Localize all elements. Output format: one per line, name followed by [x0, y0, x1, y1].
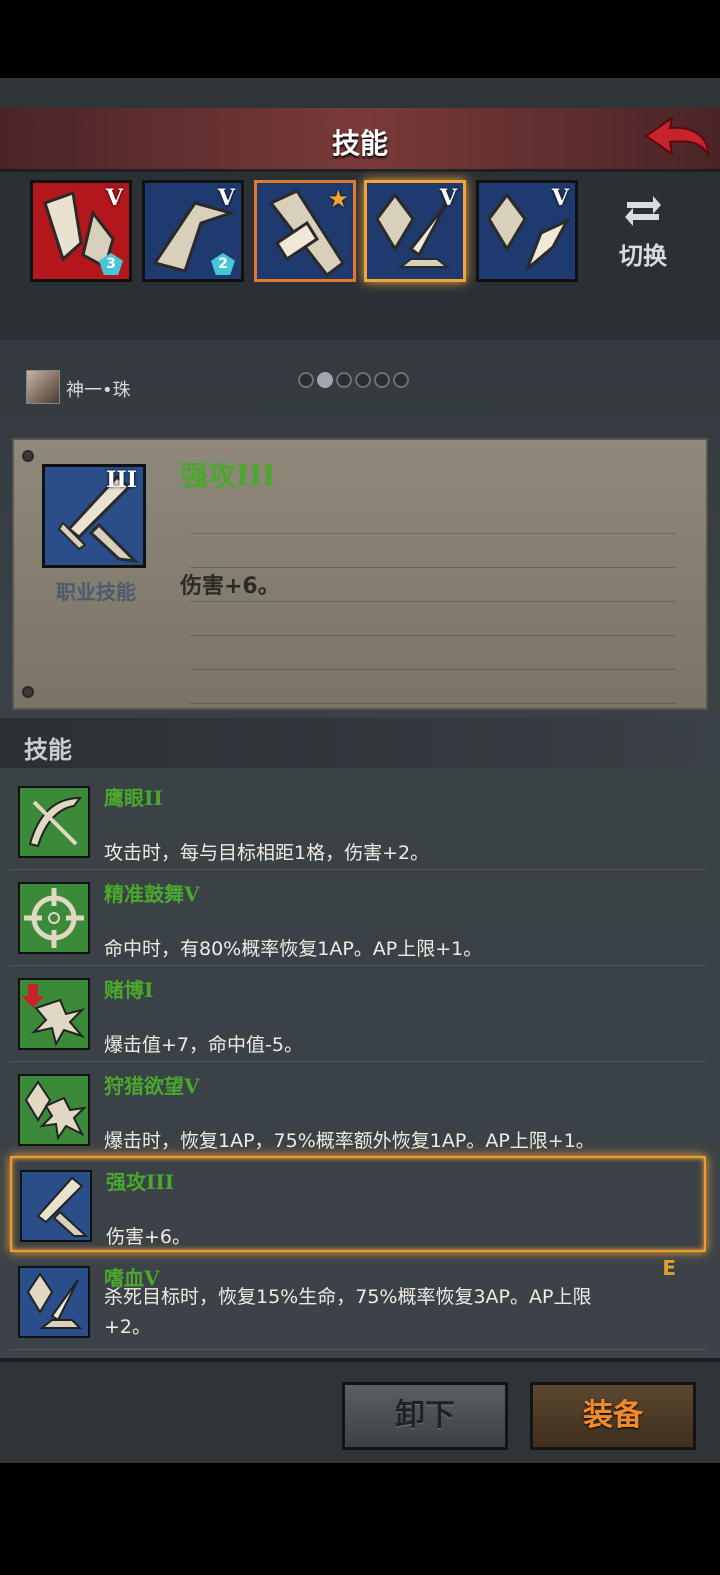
- page-title: 技能: [331, 127, 388, 160]
- slot-rank: V: [551, 185, 569, 211]
- skill-slot-5[interactable]: V: [476, 180, 578, 282]
- section-header: 技能: [0, 718, 720, 768]
- panel-lines: [190, 500, 676, 704]
- slot-rank: V: [217, 185, 235, 211]
- detail-rank: III: [106, 467, 137, 493]
- bottom-action-bar: 卸下 装备: [0, 1358, 720, 1463]
- page-dot[interactable]: [393, 372, 409, 388]
- section-title: 技能: [24, 736, 72, 764]
- detail-skill-description: 伤害+6。: [180, 574, 280, 599]
- skill-description: 攻击时，每与目标相距1格，伤害+2。: [104, 842, 430, 864]
- rivet: [22, 686, 34, 698]
- skill-name: 强攻III: [106, 1170, 175, 1194]
- page-dot[interactable]: [355, 372, 371, 388]
- swap-arrows-icon: [625, 196, 661, 226]
- slot-rank: V: [439, 185, 457, 211]
- sword-icon: [20, 1170, 92, 1242]
- star-icon: ★: [327, 185, 349, 213]
- skill-type-label: 职业技能: [56, 580, 136, 604]
- list-item[interactable]: 赌博I 爆击值+7，命中值-5。: [10, 966, 706, 1062]
- list-item-selected[interactable]: 强攻III 伤害+6。: [10, 1156, 706, 1252]
- page-dot[interactable]: [374, 372, 390, 388]
- hunt-icon: [18, 1074, 90, 1146]
- switch-button[interactable]: 切换: [608, 192, 678, 272]
- equip-button[interactable]: 装备: [530, 1382, 696, 1450]
- skill-slot-4[interactable]: V: [364, 180, 466, 282]
- skill-name: 精准鼓舞V: [104, 882, 200, 906]
- rivet: [22, 450, 34, 462]
- equipped-skill-bar: V 3 V 2 ★ V V 切换 神一•珠: [0, 172, 720, 404]
- unequip-button[interactable]: 卸下: [342, 1382, 508, 1450]
- skill-description: 爆击时，恢复1AP，75%概率额外恢复1AP。AP上限+1。: [104, 1130, 595, 1152]
- skill-slot-3[interactable]: ★: [254, 180, 356, 282]
- page-dot-active[interactable]: [317, 372, 333, 388]
- skill-description: 杀死目标时，恢复15%生命，75%概率恢复3AP。AP上限+2。: [104, 1286, 592, 1338]
- switch-label: 切换: [619, 242, 667, 270]
- page-dot[interactable]: [336, 372, 352, 388]
- detail-skill-name: 强攻III: [180, 459, 276, 492]
- list-item[interactable]: 鹰眼II 攻击时，每与目标相距1格，伤害+2。: [10, 774, 706, 870]
- skill-slot-2[interactable]: V 2: [142, 180, 244, 282]
- page-dot[interactable]: [298, 372, 314, 388]
- skill-name: 狩猎欲望V: [104, 1074, 200, 1098]
- skill-name: 赌博I: [104, 978, 154, 1002]
- skill-description: 伤害+6。: [106, 1226, 192, 1248]
- skill-description: 爆击值+7，命中值-5。: [104, 1034, 303, 1056]
- character-name: 神一•珠: [66, 380, 131, 401]
- skill-detail-panel: III 职业技能 强攻III 伤害+6。: [12, 438, 708, 710]
- equipped-tag: E: [662, 1256, 676, 1280]
- gamble-icon: [18, 978, 90, 1050]
- crosshair-icon: [18, 882, 90, 954]
- skill-slot-1[interactable]: V 3: [30, 180, 132, 282]
- skill-name: 鹰眼II: [104, 786, 163, 810]
- bloodlust-icon: [18, 1266, 90, 1338]
- list-item[interactable]: 嗜血V 杀死目标时，恢复15%生命，75%概率恢复3AP。AP上限+2。 E: [10, 1254, 706, 1350]
- page-indicator: [298, 372, 412, 392]
- back-arrow-icon: [644, 115, 710, 158]
- list-item[interactable]: 精准鼓舞V 命中时，有80%概率恢复1AP。AP上限+1。: [10, 870, 706, 966]
- bow-icon: [18, 786, 90, 858]
- detail-skill-icon: III: [42, 464, 146, 568]
- slot-rank: V: [105, 185, 123, 211]
- title-bar: 技能: [0, 108, 720, 172]
- list-item[interactable]: 狩猎欲望V 爆击时，恢复1AP，75%概率额外恢复1AP。AP上限+1。: [10, 1062, 706, 1158]
- avatar[interactable]: [26, 370, 60, 404]
- skill-description: 命中时，有80%概率恢复1AP。AP上限+1。: [104, 938, 483, 960]
- back-button[interactable]: [642, 114, 712, 166]
